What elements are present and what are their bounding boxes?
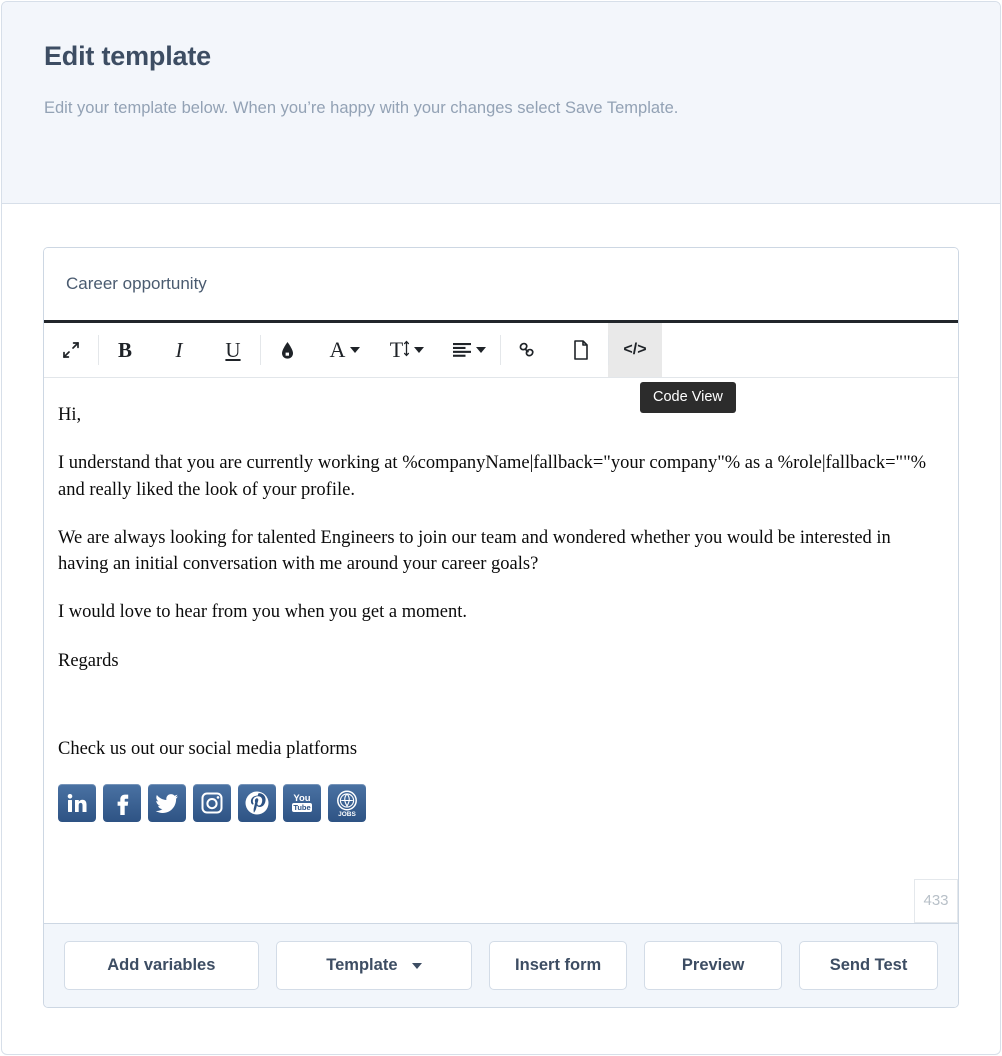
preview-button[interactable]: Preview	[644, 941, 783, 990]
insert-form-button[interactable]: Insert form	[489, 941, 628, 990]
toolbar-group-view	[44, 323, 98, 377]
send-test-label: Send Test	[829, 956, 908, 974]
page-subtitle: Edit your template below. When you’re ha…	[44, 98, 679, 117]
chevron-down-icon	[350, 347, 361, 353]
italic-button[interactable]: I	[152, 323, 206, 377]
code-view-button[interactable]: </>	[608, 323, 662, 377]
add-variables-label: Add variables	[107, 956, 216, 974]
template-dropdown-button[interactable]: Template	[275, 941, 473, 990]
svg-text:JOBS: JOBS	[338, 811, 356, 818]
toolbar-group-code: </>	[608, 323, 662, 377]
bold-button[interactable]: B	[98, 323, 152, 377]
font-family-label: A	[329, 337, 346, 362]
bold-label: B	[117, 337, 132, 362]
template-editor: B I U A	[43, 247, 959, 1008]
fullscreen-icon[interactable]	[44, 323, 98, 377]
align-button[interactable]	[438, 323, 500, 377]
chevron-down-icon	[414, 347, 425, 353]
add-variables-button[interactable]: Add variables	[64, 941, 259, 990]
social-icon-row: You Tube JOBS	[58, 784, 944, 823]
font-size-button[interactable]: T	[376, 323, 438, 377]
editor-toolbar: B I U A T </> Code View	[44, 320, 958, 413]
subject-row	[44, 248, 958, 320]
toolbar-group-insert	[500, 323, 608, 377]
facebook-icon[interactable]	[103, 784, 141, 823]
editor-content-area[interactable]: Hi, I understand that you are currently …	[44, 378, 958, 923]
italic-label: I	[175, 337, 183, 362]
insert-link-icon[interactable]	[500, 323, 554, 377]
chevron-down-icon	[411, 962, 422, 969]
toolbar-group-format: B I U	[98, 323, 260, 377]
underline-label: U	[225, 337, 241, 362]
twitter-icon[interactable]	[148, 784, 186, 823]
code-view-label: </>	[623, 341, 647, 358]
send-test-button[interactable]: Send Test	[799, 941, 938, 990]
linkedin-icon[interactable]	[58, 784, 96, 823]
code-view-tooltip: Code View	[640, 382, 736, 413]
body-paragraph-intro: I understand that you are currently work…	[58, 453, 927, 500]
body-paragraph-signoff: Regards	[58, 650, 119, 671]
toolbar-group-style: A T	[260, 323, 500, 377]
chevron-down-icon	[475, 347, 486, 353]
youtube-icon[interactable]: You Tube	[283, 784, 321, 823]
body-paragraph-greeting: Hi,	[58, 405, 82, 425]
underline-button[interactable]: U	[206, 323, 260, 377]
svg-text:Tube: Tube	[293, 803, 310, 812]
insert-file-icon[interactable]	[554, 323, 608, 377]
subject-input[interactable]	[66, 274, 936, 294]
preview-label: Preview	[681, 956, 745, 974]
template-label: Template	[326, 956, 398, 974]
insert-form-label: Insert form	[515, 956, 602, 974]
body-paragraph-closing: I would love to hear from you when you g…	[58, 602, 467, 623]
body-social-heading: Check us out our social media platforms	[58, 738, 358, 759]
font-family-button[interactable]: A	[314, 323, 376, 377]
pinterest-icon[interactable]	[238, 784, 276, 823]
character-count: 433	[914, 879, 958, 923]
edit-template-card: Edit template Edit your template below. …	[1, 1, 1001, 1055]
jobs-logo-icon[interactable]: JOBS	[328, 784, 366, 823]
page-title: Edit template	[44, 41, 211, 71]
text-color-icon[interactable]	[260, 323, 314, 377]
body-paragraph-pitch: We are always looking for talented Engin…	[58, 527, 891, 575]
font-size-label: T	[389, 337, 404, 362]
instagram-icon[interactable]	[193, 784, 231, 823]
editor-footer: Add variables Template Insert form Previ…	[44, 923, 958, 1007]
panel-header: Edit template Edit your template below. …	[2, 2, 1000, 204]
